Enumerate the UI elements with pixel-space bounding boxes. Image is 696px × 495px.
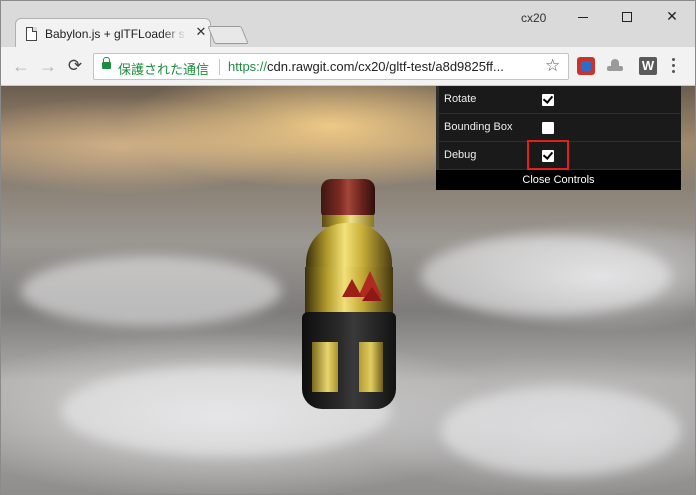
new-tab-button[interactable] [207, 26, 249, 44]
sleeve-window [312, 342, 338, 392]
debug-highlight-box [527, 140, 569, 170]
maximize-icon [622, 12, 632, 23]
tab-babylon[interactable]: Babylon.js + glTFLoader s ✕ [15, 18, 211, 48]
bookmark-star-icon[interactable]: ☆ [545, 56, 560, 76]
browser-toolbar: ← → ⟳ 保護された通信 https://cdn.rawgit.com/cx2… [1, 47, 695, 86]
rotate-checkbox[interactable] [542, 94, 554, 106]
close-window-button[interactable]: ✕ [650, 1, 694, 31]
minimize-icon [578, 16, 588, 18]
rotate-label: Rotate [444, 93, 477, 105]
maximize-button[interactable] [605, 1, 649, 31]
mountain-logo-icon [342, 279, 362, 297]
sleeve-window [359, 342, 383, 392]
back-button[interactable]: ← [10, 55, 32, 77]
extension-2-icon[interactable] [606, 57, 624, 75]
extension-w-icon[interactable]: W [639, 57, 657, 75]
bottle-model[interactable] [302, 179, 396, 409]
mountain-logo-icon [362, 287, 382, 301]
cloud [421, 236, 671, 316]
cloud [21, 256, 281, 326]
forward-button[interactable]: → [37, 55, 59, 77]
bottle-cap [321, 179, 375, 217]
lock-icon[interactable] [102, 57, 111, 69]
page-icon [26, 27, 37, 41]
minimize-button[interactable] [561, 1, 605, 31]
tab-title: Babylon.js + glTFLoader s [45, 27, 185, 41]
control-row-rotate[interactable]: Rotate [439, 86, 681, 114]
title-bar: Babylon.js + glTFLoader s ✕ cx20 ✕ [1, 1, 695, 48]
profile-name[interactable]: cx20 [521, 11, 546, 25]
control-row-bounding-box[interactable]: Bounding Box [439, 114, 681, 142]
cloud [441, 386, 681, 476]
close-controls-button[interactable]: Close Controls [436, 170, 681, 190]
bounding-box-label: Bounding Box [444, 121, 513, 133]
url-path: cdn.rawgit.com/cx20/gltf-test/a8d9825ff.… [267, 59, 504, 74]
reload-button[interactable]: ⟳ [64, 55, 86, 77]
secure-label[interactable]: 保護された通信 [118, 59, 209, 78]
tab-close-icon[interactable]: ✕ [194, 25, 208, 39]
bottle-shoulder [306, 223, 392, 271]
address-bar[interactable]: 保護された通信 https://cdn.rawgit.com/cx20/gltf… [93, 53, 569, 80]
extension-1-icon[interactable] [577, 57, 595, 75]
url-text[interactable]: https://cdn.rawgit.com/cx20/gltf-test/a8… [228, 59, 540, 74]
browser-menu-icon[interactable] [672, 58, 676, 74]
url-scheme: https:// [228, 59, 268, 74]
browser-window: Babylon.js + glTFLoader s ✕ cx20 ✕ ← → ⟳… [0, 0, 696, 495]
bounding-box-checkbox[interactable] [542, 122, 554, 134]
address-divider [219, 59, 220, 75]
debug-label: Debug [444, 149, 477, 161]
